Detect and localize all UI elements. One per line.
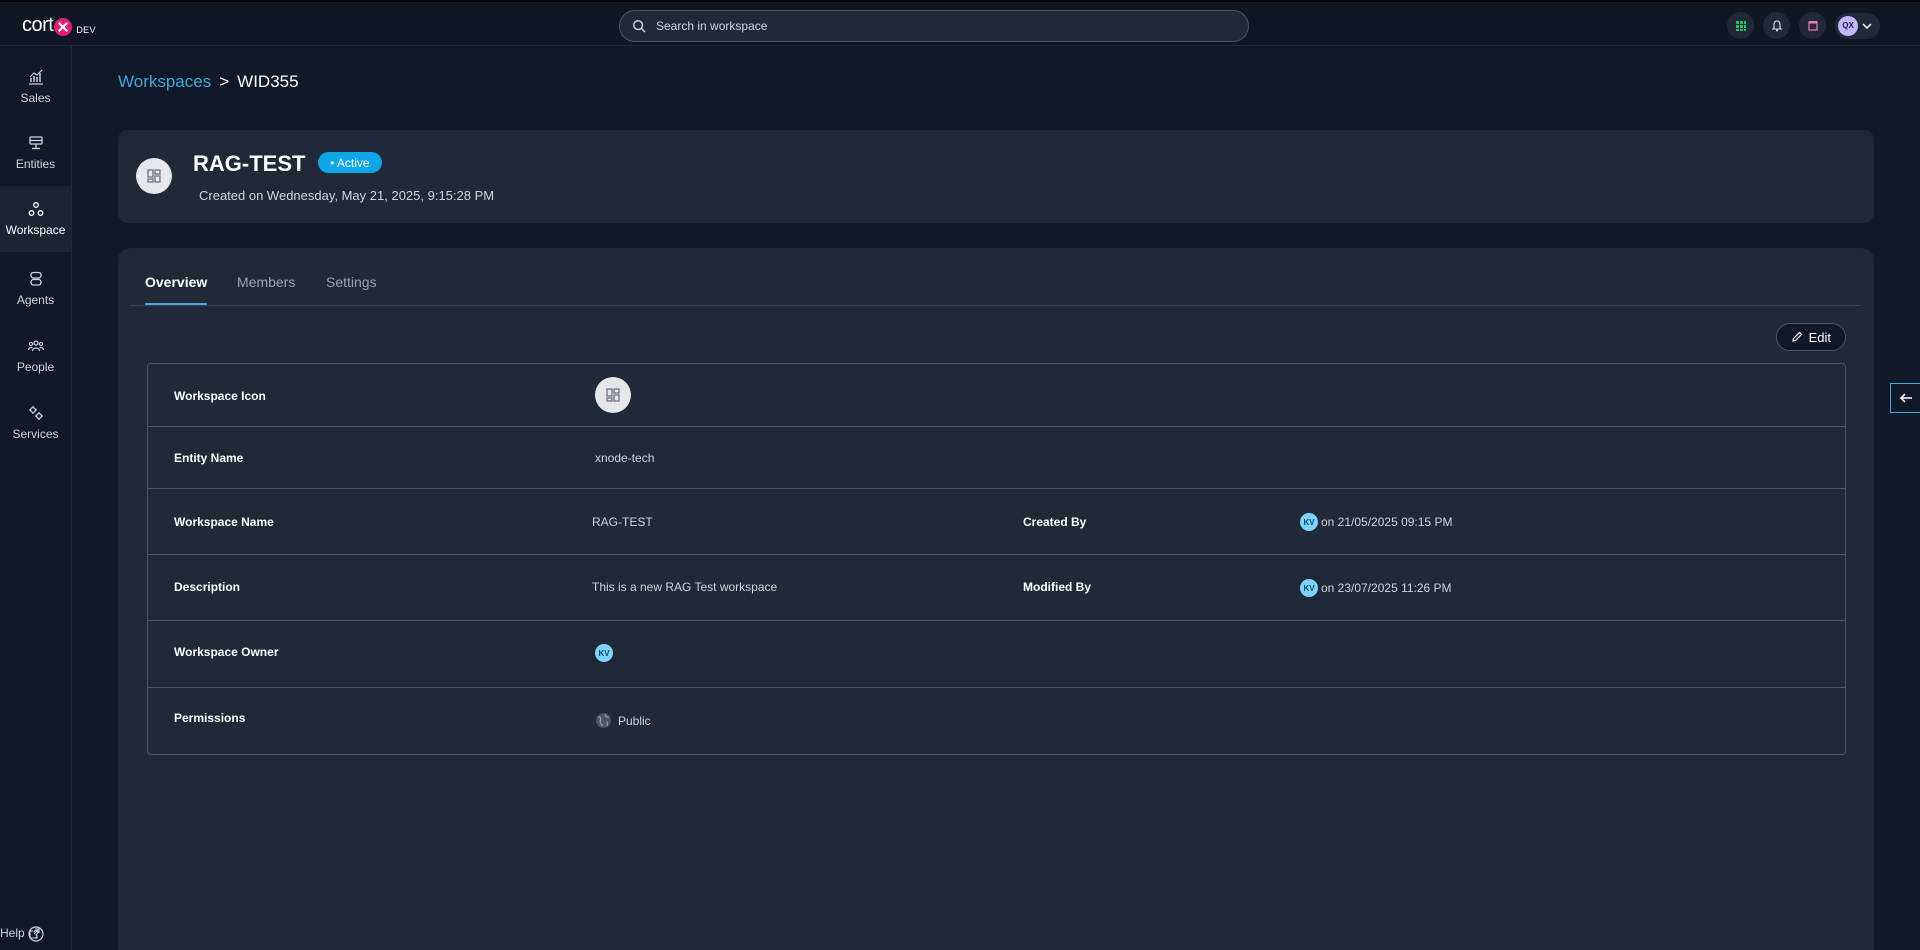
notifications-button[interactable]: [1763, 12, 1790, 39]
logo-text: cort: [22, 14, 54, 36]
breadcrumb: Workspaces > WID355: [118, 72, 299, 92]
workspace-header: RAG-TEST • Active Created on Wednesday, …: [118, 130, 1874, 223]
workspace-avatar: [136, 158, 172, 194]
details-table: Workspace Icon Entity Name xnode-tech Wo…: [147, 363, 1846, 755]
search-placeholder: Search in workspace: [656, 19, 768, 33]
workspace-icon-value: [595, 377, 631, 413]
table-row: Workspace Icon: [148, 364, 1845, 427]
description-value: This is a new RAG Test workspace: [592, 580, 778, 594]
edit-label: Edit: [1808, 329, 1831, 345]
sidebar-item-label: Services: [12, 427, 59, 441]
top-bar: cort DEV Search in workspace QX: [0, 0, 1920, 46]
entity-name-value: xnode-tech: [595, 451, 655, 465]
breadcrumb-current: WID355: [237, 72, 299, 91]
sidebar-item-sales[interactable]: Sales: [0, 54, 71, 120]
apps-grid-icon: [1735, 20, 1746, 31]
chevron-down-icon: [1862, 22, 1872, 29]
globe-icon: [596, 713, 611, 728]
permissions-value: Public: [595, 712, 651, 729]
tab-members[interactable]: Members: [237, 274, 295, 290]
avatar: KV: [595, 644, 613, 662]
grid-apps-button[interactable]: [1727, 12, 1754, 39]
chart-icon: [28, 69, 43, 85]
store-button[interactable]: [1799, 12, 1826, 39]
tab-overview[interactable]: Overview: [145, 274, 208, 305]
table-row: Permissions Public: [148, 688, 1845, 755]
workspace-owner-label: Workspace Owner: [174, 645, 279, 659]
tab-bar: Overview Members Settings: [130, 248, 1860, 306]
workspace-name-label: Workspace Name: [174, 515, 274, 529]
created-by-label: Created By: [1023, 515, 1087, 529]
breadcrumb-separator: >: [219, 72, 230, 91]
gears-icon: [28, 406, 43, 420]
created-by-value: KV on 21/05/2025 09:15 PM: [1300, 513, 1452, 531]
help-link[interactable]: Help: [0, 926, 71, 942]
sidebar: Sales Entities Workspace Agents People S…: [0, 46, 72, 950]
sidebar-item-label: People: [16, 360, 55, 374]
created-by-date: on 21/05/2025 09:15 PM: [1321, 515, 1453, 529]
workspace-icon-label: Workspace Icon: [174, 389, 266, 403]
sidebar-item-label: Entities: [15, 157, 56, 171]
people-icon: [27, 340, 44, 352]
external-link-icon: [29, 927, 40, 939]
modified-by-date: on 23/07/2025 11:26 PM: [1321, 581, 1452, 595]
sidebar-item-label: Workspace: [5, 223, 66, 237]
agents-icon: [29, 271, 42, 286]
table-row: Workspace Owner KV: [148, 621, 1845, 688]
created-date: Created on Wednesday, May 21, 2025, 9:15…: [199, 188, 495, 203]
logo-x-icon: [54, 18, 73, 36]
layout-icon: [606, 388, 620, 402]
edit-button[interactable]: Edit: [1775, 323, 1846, 351]
workspace-icon-preview: [595, 377, 631, 413]
table-row: Description This is a new RAG Test works…: [148, 555, 1845, 621]
search-icon: [633, 20, 646, 33]
search-input[interactable]: Search in workspace: [619, 10, 1249, 42]
workspace-icon: [28, 202, 43, 216]
page-title: RAG-TEST: [193, 151, 306, 176]
modified-by-label: Modified By: [1023, 580, 1091, 594]
workspace-details-card: Overview Members Settings Edit Workspace…: [118, 248, 1874, 950]
env-label: DEV: [76, 25, 96, 35]
workspace-name-value: RAG-TEST: [592, 515, 653, 529]
entities-icon: [28, 136, 43, 150]
workspace-owner-value: KV: [595, 644, 613, 662]
bell-icon: [1771, 19, 1782, 31]
user-menu[interactable]: QX: [1835, 12, 1880, 39]
permissions-text: Public: [618, 713, 651, 728]
sidebar-item-agents[interactable]: Agents: [0, 256, 71, 322]
table-row: Workspace Name RAG-TEST Created By KV on…: [148, 489, 1845, 555]
avatar: KV: [1300, 513, 1318, 531]
help-label: Help: [0, 926, 25, 940]
description-label: Description: [174, 580, 241, 594]
sidebar-item-workspace[interactable]: Workspace: [0, 186, 71, 252]
sidebar-item-entities[interactable]: Entities: [0, 120, 71, 186]
sidebar-item-label: Agents: [16, 293, 55, 307]
sidebar-item-services[interactable]: Services: [0, 390, 71, 456]
expand-panel-button[interactable]: [1890, 383, 1920, 413]
avatar: QX: [1838, 15, 1858, 36]
store-icon: [1807, 20, 1818, 31]
table-row: Entity Name xnode-tech: [148, 427, 1845, 489]
sidebar-item-people[interactable]: People: [0, 323, 71, 389]
breadcrumb-workspaces-link[interactable]: Workspaces: [118, 72, 211, 92]
pencil-icon: [1791, 331, 1802, 342]
arrow-left-icon: [1899, 393, 1912, 403]
avatar: KV: [1300, 579, 1318, 597]
entity-name-label: Entity Name: [174, 451, 244, 465]
layout-icon: [147, 169, 161, 183]
permissions-label: Permissions: [174, 711, 246, 725]
app-logo[interactable]: cort DEV: [22, 14, 96, 37]
tab-settings[interactable]: Settings: [326, 274, 377, 290]
sidebar-item-label: Sales: [20, 91, 51, 105]
modified-by-value: KV on 23/07/2025 11:26 PM: [1300, 579, 1452, 597]
status-badge: • Active: [318, 152, 382, 173]
